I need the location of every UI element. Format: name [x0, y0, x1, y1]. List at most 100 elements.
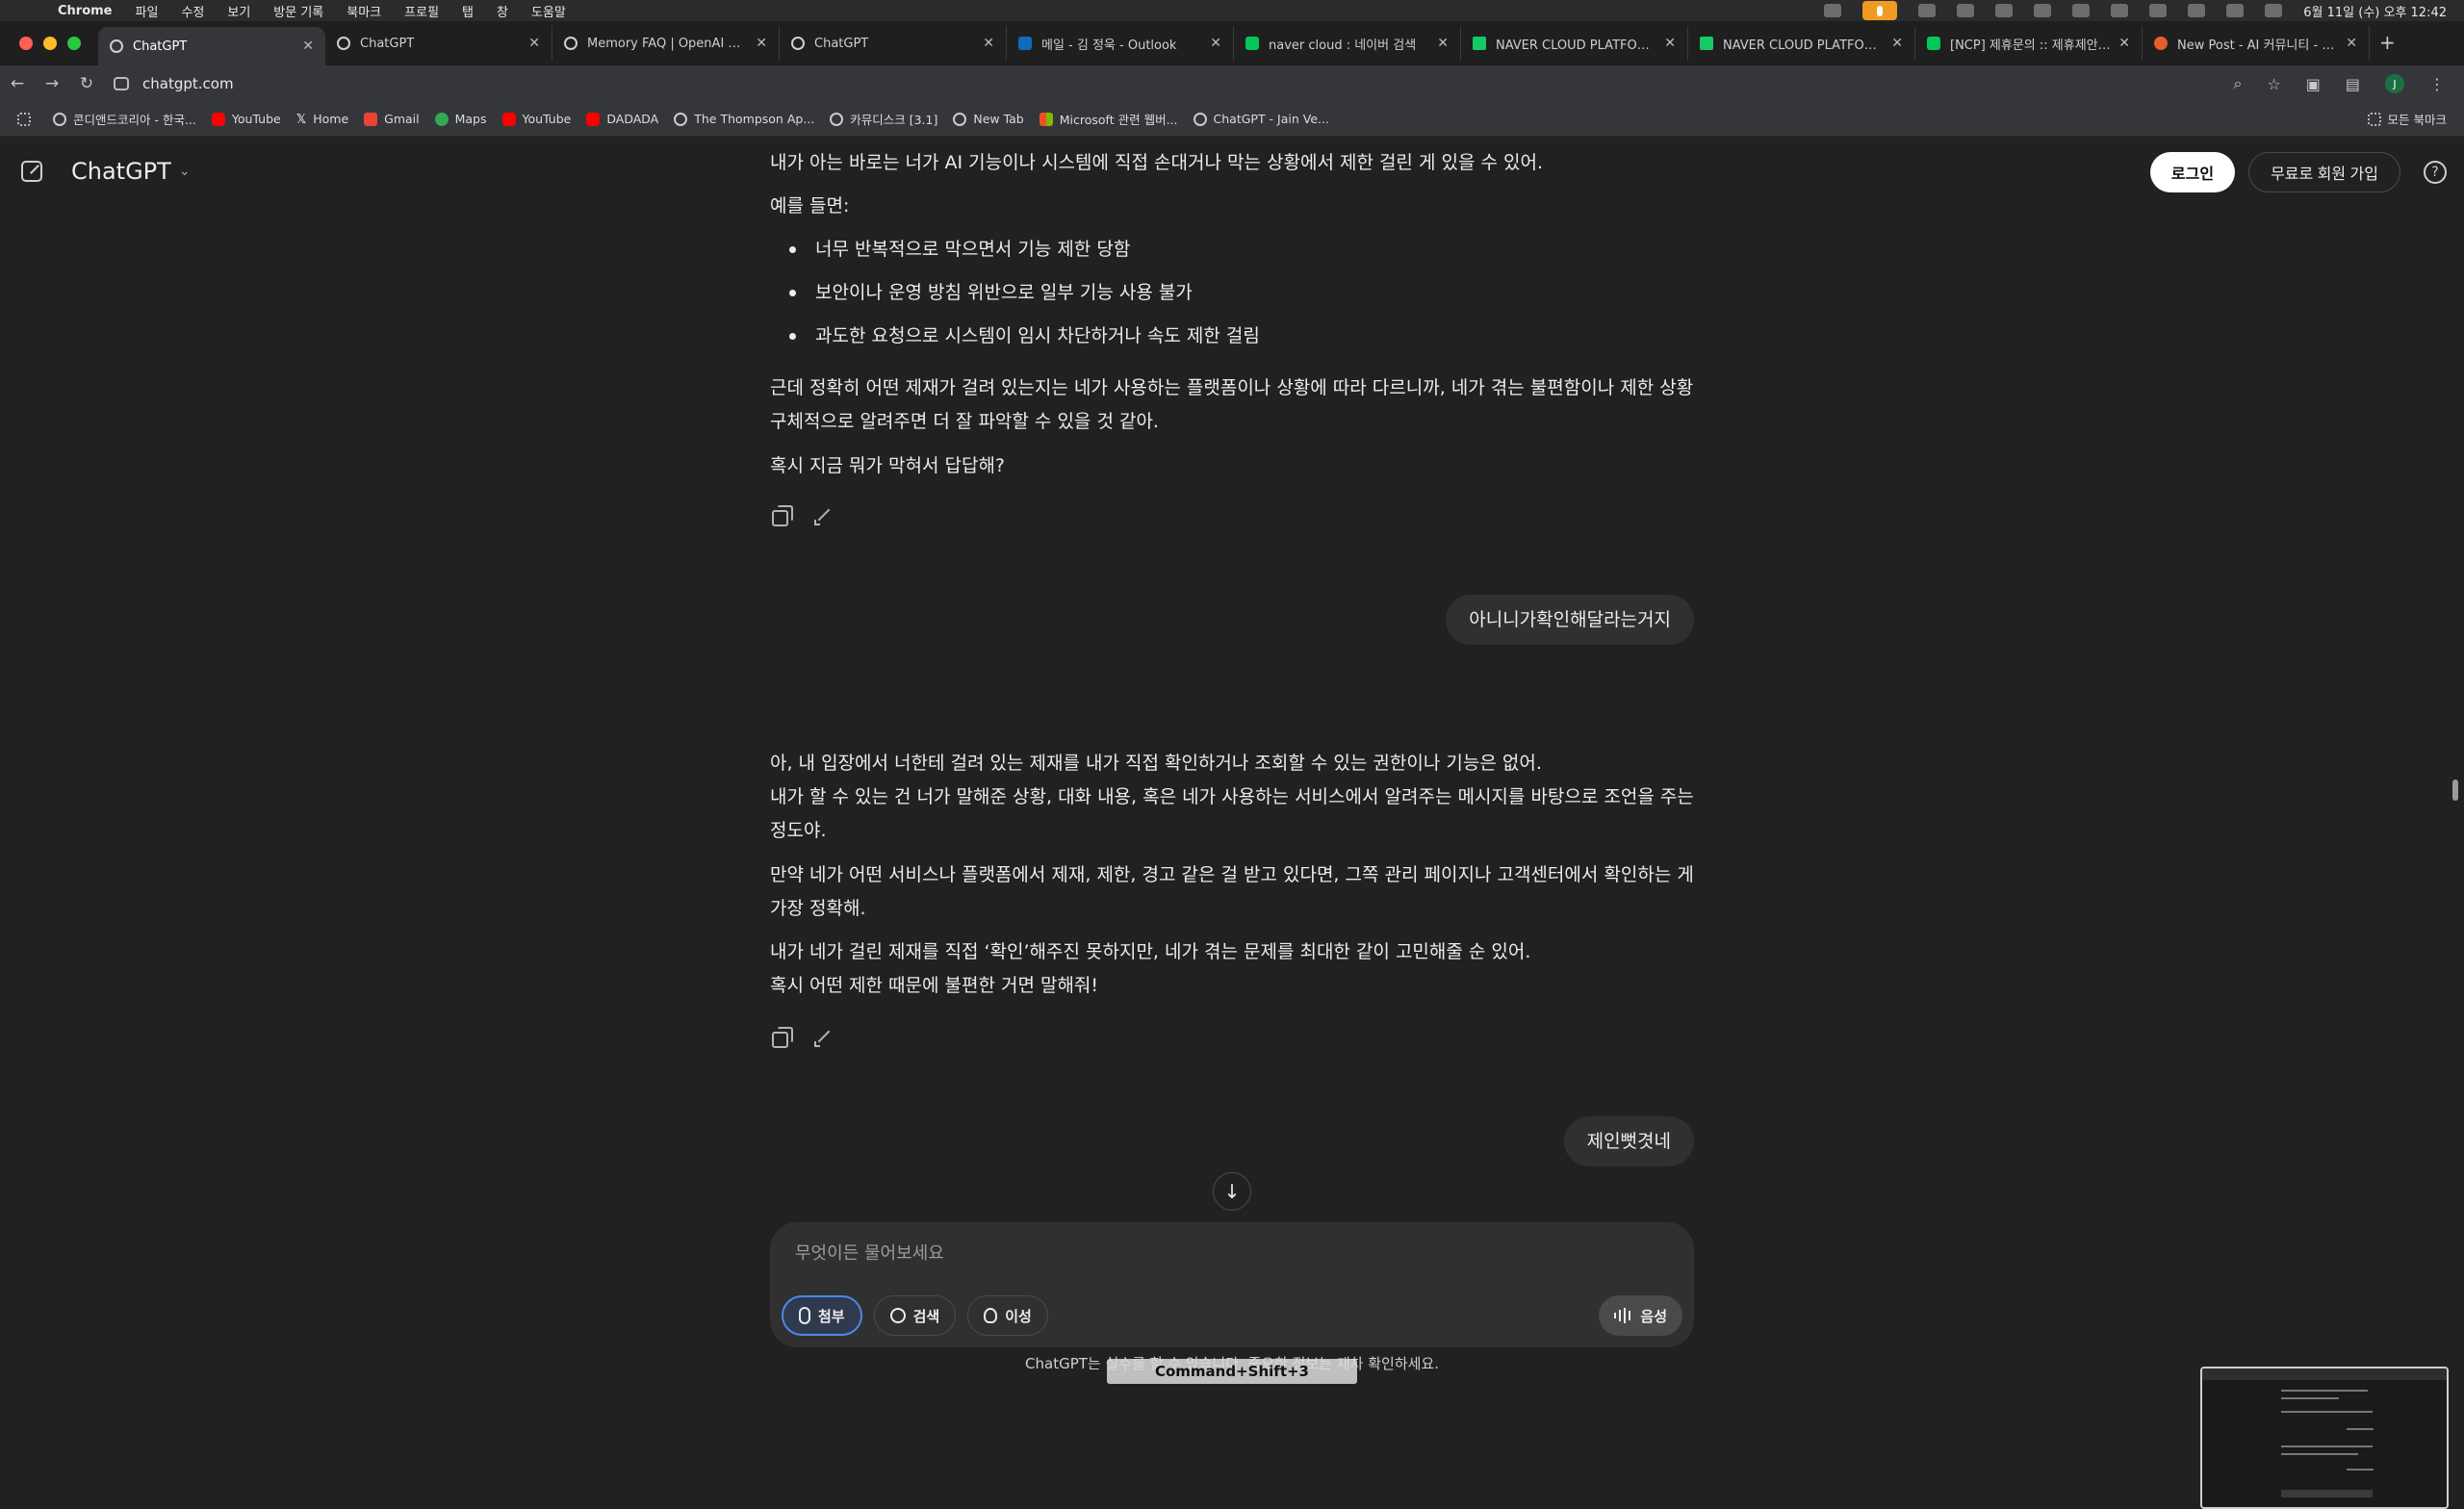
help-icon[interactable]: ? [2424, 161, 2447, 184]
tab-chatgpt-2[interactable]: ChatGPT ✕ [780, 26, 1007, 61]
tab-chatgpt[interactable]: ChatGPT ✕ [325, 26, 552, 61]
bookmark-item[interactable]: Gmail [364, 112, 420, 126]
all-bookmarks-button[interactable]: 모든 북마크 [2367, 110, 2447, 128]
menu-app-name[interactable]: Chrome [58, 4, 113, 18]
menubar-clock[interactable]: 6월 11일 (수) 오후 12:42 [2303, 2, 2447, 20]
signup-button[interactable]: 무료로 회원 가입 [2248, 152, 2400, 192]
menu-edit[interactable]: 수정 [181, 2, 204, 20]
minimize-window-button[interactable] [43, 37, 57, 50]
scrollbar[interactable] [2452, 780, 2458, 801]
bookmark-item[interactable]: 콘디앤드코리아 - 한국... [53, 110, 196, 128]
address-bar[interactable]: chatgpt.com [114, 69, 2233, 98]
close-tab-icon[interactable]: ✕ [2346, 36, 2357, 51]
bookmark-item[interactable]: Microsoft 관련 웹버... [1039, 110, 1178, 128]
bookmark-item[interactable]: 카뮤디스크 [3.1] [830, 110, 937, 128]
wifi-icon[interactable] [2188, 4, 2206, 17]
control-center-icon[interactable] [2265, 4, 2283, 17]
close-tab-icon[interactable]: ✕ [756, 36, 767, 51]
bluetooth-icon[interactable] [2034, 4, 2052, 17]
close-tab-icon[interactable]: ✕ [2118, 36, 2130, 51]
menu-profiles[interactable]: 프로필 [404, 2, 439, 20]
menu-view[interactable]: 보기 [227, 2, 250, 20]
close-window-button[interactable] [19, 37, 33, 50]
close-tab-icon[interactable]: ✕ [1664, 36, 1676, 51]
bookmark-item[interactable]: DADADA [586, 112, 658, 126]
screenshot-thumbnail[interactable] [2200, 1367, 2449, 1509]
close-tab-icon[interactable]: ✕ [983, 36, 994, 51]
bookmark-item[interactable]: 𝕏 Home [296, 112, 348, 127]
prompt-input[interactable]: 무엇이든 물어보세요 [795, 1240, 944, 1265]
bookmark-star-icon[interactable]: ☆ [2267, 75, 2280, 93]
scroll-down-button[interactable]: ↓ [1213, 1172, 1251, 1211]
input-source-icon[interactable] [2111, 4, 2129, 17]
status-app-icon[interactable] [1957, 4, 1975, 17]
assistant-message-text: 내가 할 수 있는 건 너가 말해준 상황, 대화 내용, 혹은 네가 사용하는… [770, 786, 1694, 841]
tab-title: [NCP] 제휴문의 :: 제휴제안조회2 [1950, 38, 2112, 53]
tab-title: ChatGPT [814, 36, 869, 51]
tab-memory-faq[interactable]: Memory FAQ | OpenAI Help C ✕ [552, 26, 780, 61]
close-tab-icon[interactable]: ✕ [528, 36, 540, 51]
status-app-icon[interactable] [2072, 4, 2091, 17]
menu-window[interactable]: 창 [497, 2, 508, 20]
extensions-icon[interactable]: ▣ [2306, 75, 2321, 93]
menu-history[interactable]: 방문 기록 [273, 2, 323, 20]
status-app-icon[interactable] [1918, 4, 1937, 17]
tab-chatgpt-active[interactable]: ChatGPT ✕ [98, 27, 325, 65]
copy-icon[interactable] [770, 1026, 793, 1048]
tab-ncp-2[interactable]: NAVER CLOUD PLATFORM 네 ✕ [1688, 26, 1915, 61]
assistant-message-text: 아, 내 입장에서 너한테 걸려 있는 제재를 내가 직접 확인하거나 조회할 … [770, 753, 1542, 774]
apps-grid-icon[interactable] [17, 112, 38, 126]
edit-icon[interactable] [812, 1026, 834, 1047]
tab-ncp-1[interactable]: NAVER CLOUD PLATFORM 네 ✕ [1461, 26, 1688, 61]
reload-icon[interactable]: ↻ [69, 74, 104, 93]
attach-button[interactable]: 첨부 [782, 1295, 862, 1336]
profile-avatar[interactable]: J [2385, 74, 2404, 93]
zoom-icon[interactable]: ⌕ [2233, 74, 2242, 93]
new-chat-icon[interactable] [21, 161, 42, 182]
menu-tab[interactable]: 탭 [462, 2, 474, 20]
reason-button[interactable]: 이성 [967, 1295, 1048, 1336]
back-icon[interactable]: ← [0, 74, 35, 93]
voice-button[interactable]: 음성 [1599, 1295, 1682, 1336]
status-app-icon[interactable] [1995, 4, 2014, 17]
tab-outlook[interactable]: 메일 - 김 정욱 - Outlook ✕ [1007, 26, 1234, 61]
tab-ncp-inquiry[interactable]: [NCP] 제휴문의 :: 제휴제안조회2 ✕ [1915, 26, 2143, 61]
microphone-icon[interactable] [1862, 1, 1898, 20]
site-info-icon[interactable] [114, 77, 129, 90]
battery-icon[interactable] [2149, 4, 2168, 17]
close-tab-icon[interactable]: ✕ [1437, 36, 1449, 51]
bookmark-item[interactable]: ChatGPT - Jain Ve... [1193, 112, 1329, 126]
forward-icon[interactable]: → [35, 74, 69, 93]
folder-icon [2367, 112, 2381, 126]
bookmark-item[interactable]: YouTube [501, 112, 571, 126]
address-url[interactable]: chatgpt.com [142, 75, 234, 92]
close-tab-icon[interactable]: ✕ [302, 38, 314, 54]
assistant-message-text: 근데 정확히 어떤 제재가 걸려 있는지는 네가 사용하는 플랫폼이나 상황에 … [770, 377, 1694, 432]
side-panel-icon[interactable]: ▤ [2346, 75, 2360, 93]
spotlight-search-icon[interactable] [2226, 4, 2245, 17]
fullscreen-window-button[interactable] [67, 37, 81, 50]
paperclip-icon [799, 1307, 810, 1324]
copy-icon[interactable] [770, 504, 793, 526]
more-menu-icon[interactable]: ⋮ [2429, 75, 2445, 93]
bookmark-item[interactable]: YouTube [211, 112, 281, 126]
menu-bookmarks[interactable]: 북마크 [346, 2, 381, 20]
bookmark-item[interactable]: Maps [434, 112, 487, 126]
status-app-icon[interactable] [1824, 4, 1842, 17]
bookmark-label: New Tab [973, 112, 1024, 126]
new-tab-button[interactable]: + [2379, 31, 2396, 54]
menu-file[interactable]: 파일 [136, 2, 159, 20]
menu-help[interactable]: 도움말 [531, 2, 566, 20]
tab-gpters[interactable]: New Post - AI 커뮤니티 - 지피터 ✕ [2143, 26, 2370, 61]
bookmark-item[interactable]: New Tab [953, 112, 1024, 126]
bookmark-label: ChatGPT - Jain Ve... [1213, 112, 1329, 126]
close-tab-icon[interactable]: ✕ [1210, 36, 1221, 51]
model-selector[interactable]: ChatGPT ⌄ [71, 158, 191, 185]
tab-naver-search[interactable]: naver cloud : 네이버 검색 ✕ [1234, 26, 1461, 61]
apple-icon[interactable] [19, 3, 35, 18]
edit-icon[interactable] [812, 504, 834, 525]
close-tab-icon[interactable]: ✕ [1891, 36, 1903, 51]
bookmark-item[interactable]: The Thompson Ap... [674, 112, 814, 126]
login-button[interactable]: 로그인 [2149, 152, 2236, 192]
search-button[interactable]: 검색 [873, 1295, 957, 1336]
